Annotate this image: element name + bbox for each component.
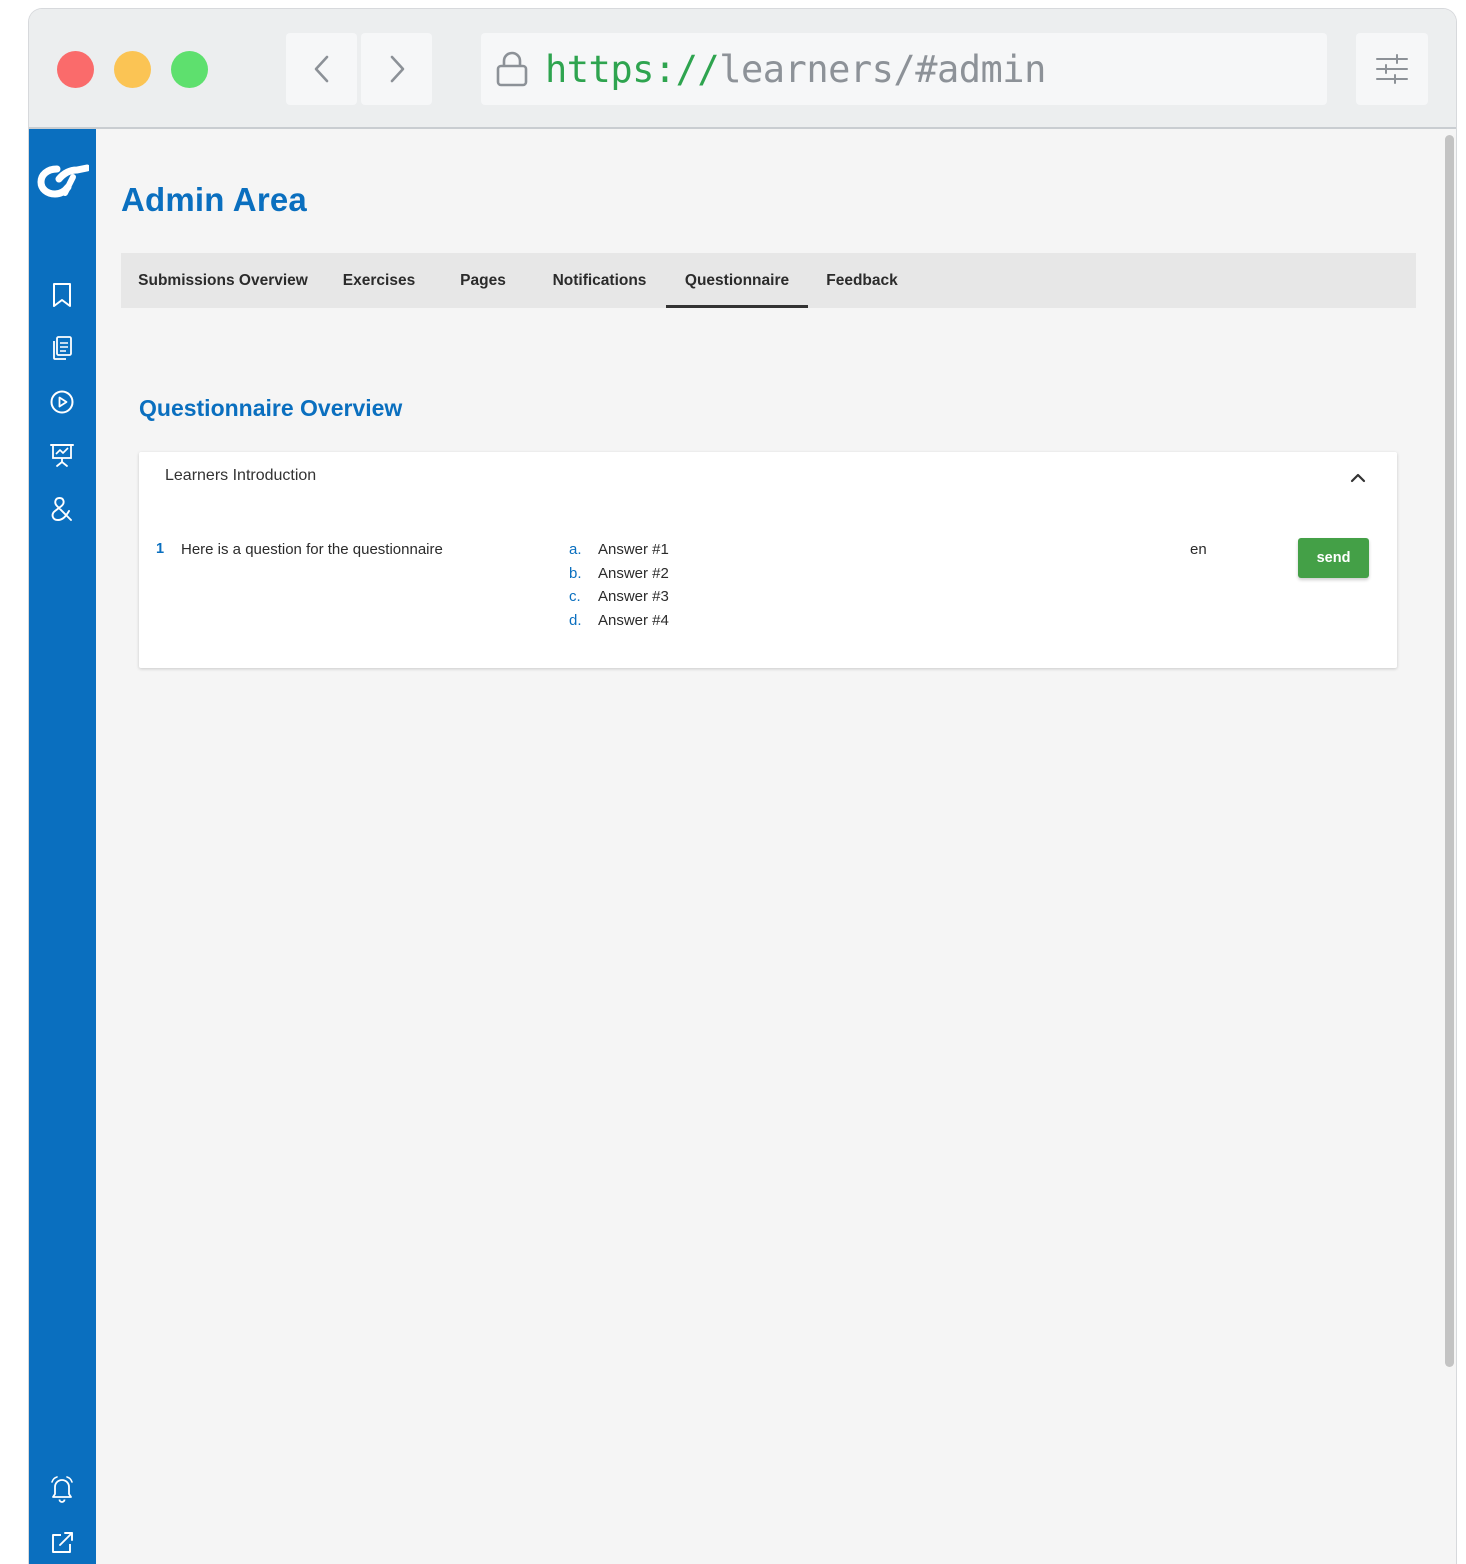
url-path: learners/#admin	[719, 47, 1046, 91]
tab-submissions-overview[interactable]: Submissions Overview	[121, 253, 325, 308]
maximize-window-button[interactable]	[171, 51, 208, 88]
external-link-icon[interactable]	[48, 1529, 76, 1557]
ampersand-icon[interactable]	[48, 495, 76, 523]
tab-feedback[interactable]: Feedback	[808, 253, 916, 308]
browser-title-bar: https://learners/#admin	[29, 9, 1456, 129]
address-bar[interactable]: https://learners/#admin	[481, 33, 1327, 105]
close-window-button[interactable]	[57, 51, 94, 88]
page-title: Admin Area	[121, 181, 307, 218]
tab-pages[interactable]: Pages	[433, 253, 533, 308]
play-circle-icon[interactable]	[48, 388, 76, 416]
list-item: d. Answer #4	[569, 612, 669, 636]
admin-tabs: Submissions Overview Exercises Pages Not…	[121, 253, 1416, 308]
bookmark-icon[interactable]	[48, 281, 76, 309]
answer-letter: c.	[569, 588, 581, 605]
tab-questionnaire[interactable]: Questionnaire	[666, 253, 808, 308]
chevron-up-icon[interactable]	[1346, 466, 1370, 490]
list-item: c. Answer #3	[569, 588, 669, 612]
browser-window: https://learners/#admin Admin Area Submi…	[28, 8, 1457, 1564]
url-scheme: https://	[545, 47, 720, 91]
scrollbar[interactable]	[1442, 129, 1456, 1564]
answer-list: a. Answer #1 b. Answer #2 c. Answer #3 d…	[569, 541, 669, 635]
answer-letter: d.	[569, 611, 582, 629]
question-number: 1	[156, 541, 165, 557]
list-item: b. Answer #2	[569, 565, 669, 589]
card-title[interactable]: Learners Introduction	[165, 467, 316, 485]
app-logo[interactable]	[37, 163, 91, 199]
bell-icon[interactable]	[48, 1475, 76, 1503]
url-text: https://learners/#admin	[545, 48, 1046, 91]
clipboard-icon[interactable]	[48, 334, 76, 362]
chevron-right-icon	[390, 55, 404, 83]
sliders-icon	[1376, 54, 1408, 84]
question-text: Here is a question for the questionnaire	[181, 541, 443, 558]
tab-notifications[interactable]: Notifications	[533, 253, 666, 308]
back-button[interactable]	[286, 33, 357, 105]
lock-icon	[495, 49, 531, 89]
answer-text: Answer #4	[598, 611, 669, 629]
answer-letter: b.	[569, 564, 582, 582]
send-button[interactable]: send	[1298, 538, 1369, 578]
sidebar	[29, 129, 96, 1564]
tab-exercises[interactable]: Exercises	[325, 253, 433, 308]
question-language: en	[1190, 541, 1207, 558]
list-item: a. Answer #1	[569, 541, 669, 565]
browser-menu-button[interactable]	[1356, 33, 1428, 105]
questionnaire-card: Learners Introduction 1 Here is a questi…	[139, 452, 1397, 668]
answer-text: Answer #2	[598, 564, 669, 582]
answer-letter: a.	[569, 541, 582, 558]
answer-text: Answer #3	[598, 588, 669, 605]
presentation-icon[interactable]	[48, 441, 76, 469]
scrollbar-thumb[interactable]	[1445, 135, 1454, 1367]
chevron-left-icon	[314, 55, 328, 83]
answer-text: Answer #1	[598, 541, 669, 558]
main-content: Admin Area Submissions Overview Exercise…	[96, 129, 1442, 1564]
forward-button[interactable]	[361, 33, 432, 105]
section-title: Questionnaire Overview	[139, 395, 403, 421]
minimize-window-button[interactable]	[114, 51, 151, 88]
